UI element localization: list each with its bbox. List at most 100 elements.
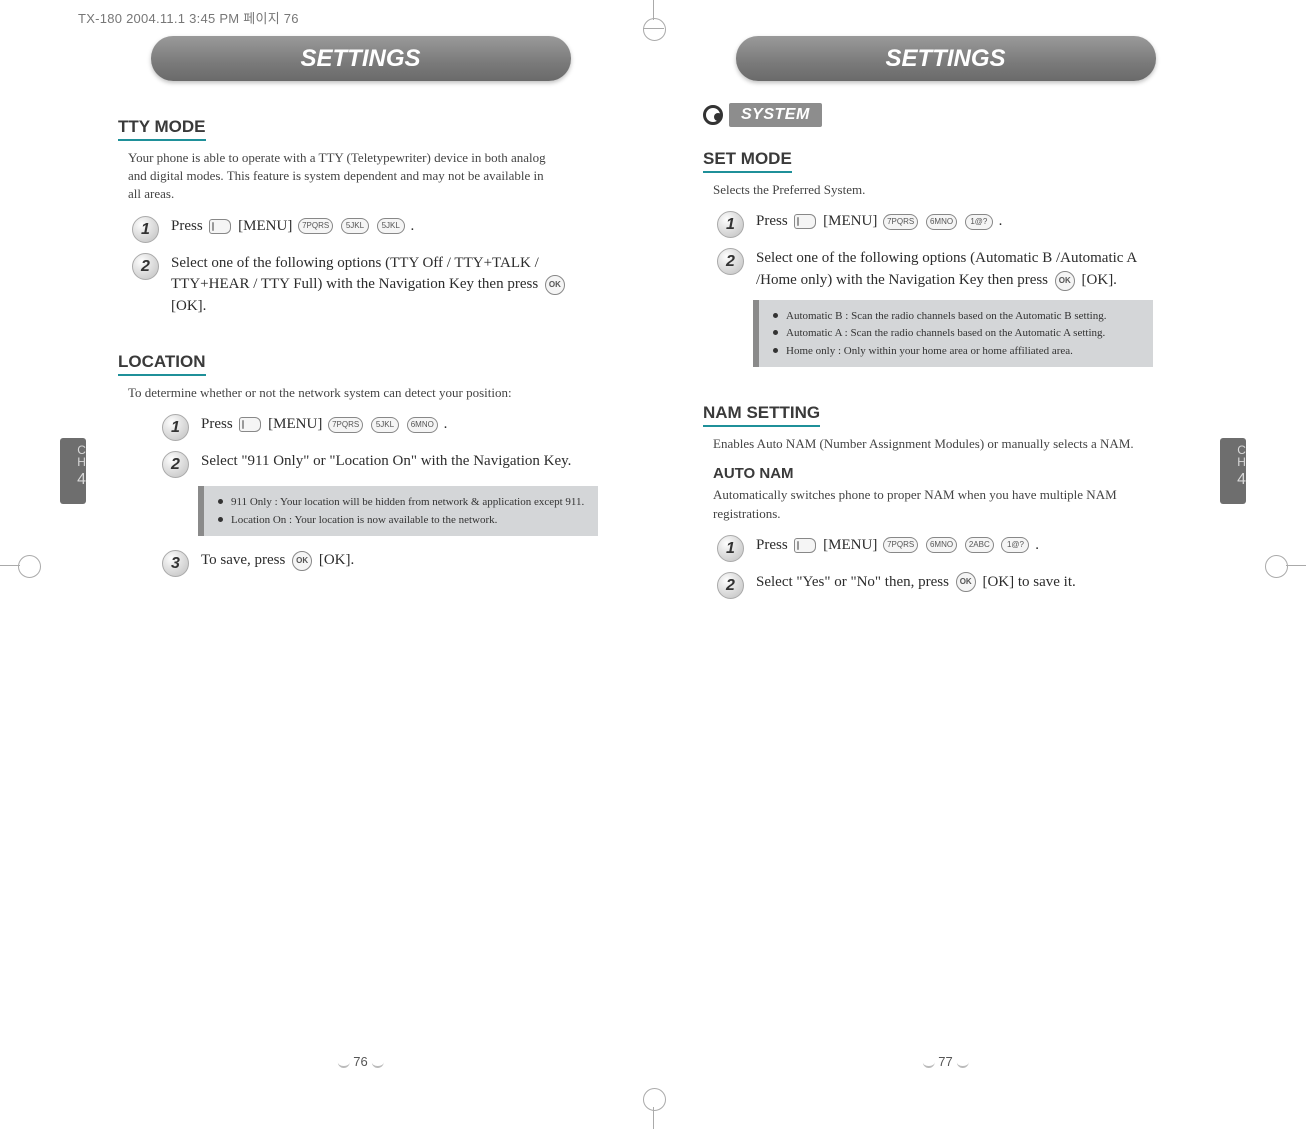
step-text-span: Select one of the following options (TTY…	[171, 255, 539, 293]
ok-label: [OK].	[319, 552, 354, 568]
ok-label: [OK].	[1082, 272, 1117, 288]
menu-label: [MENU]	[238, 218, 292, 234]
ok-key-icon: OK	[545, 275, 565, 295]
auto-nam-desc: Automatically switches phone to proper N…	[713, 486, 1143, 522]
setmode-step-1-text: Press [MENU] 7PQRS 6MNO 1@? .	[756, 211, 1157, 233]
key-2: 2ABC	[965, 537, 994, 553]
autonam-step-2: 2 Select "Yes" or "No" then, press OK [O…	[717, 572, 1157, 599]
setmode-step-2-text: Select one of the following options (Aut…	[756, 248, 1157, 292]
press-label: Press	[171, 218, 203, 234]
bullet-icon	[773, 313, 778, 318]
setmode-step-1: 1 Press [MENU] 7PQRS 6MNO 1@? .	[717, 211, 1157, 238]
step-badge-2: 2	[717, 572, 744, 599]
step-badge-2: 2	[132, 253, 159, 280]
ok-label: [OK].	[171, 298, 206, 314]
location-desc: To determine whether or not the network …	[128, 384, 558, 402]
tty-step-2-text: Select one of the following options (TTY…	[171, 253, 572, 318]
bullet-icon	[773, 348, 778, 353]
crop-mark-top	[653, 0, 654, 20]
soft-key-icon	[794, 538, 816, 553]
press-label: Press	[756, 213, 788, 229]
set-mode-heading: SET MODE	[703, 149, 792, 173]
step-badge-1: 1	[717, 211, 744, 238]
key-6: 6MNO	[926, 214, 957, 230]
tty-mode-heading: TTY MODE	[118, 117, 206, 141]
ok-key-icon: OK	[956, 572, 976, 592]
info-text: Location On : Your location is now avail…	[231, 512, 588, 529]
step-badge-2b: 2	[162, 451, 189, 478]
file-meta-header: TX-180 2004.11.1 3:45 PM 페이지 76	[78, 8, 299, 27]
page-title-pill: SETTINGS	[151, 36, 571, 81]
nam-setting-desc: Enables Auto NAM (Number Assignment Modu…	[713, 435, 1143, 453]
tty-mode-desc: Your phone is able to operate with a TTY…	[128, 149, 558, 204]
location-step-1: 1 Press [MENU] 7PQRS 5JKL 6MNO .	[162, 414, 602, 441]
ok-key-icon: OK	[1055, 271, 1075, 291]
soft-key-icon	[794, 214, 816, 229]
key-7: 7PQRS	[298, 218, 333, 234]
location-info-box: 911 Only : Your location will be hidden …	[198, 486, 598, 536]
ok-label: [OK] to save it.	[982, 574, 1075, 590]
info-text: Home only : Only within your home area o…	[786, 343, 1143, 360]
key-7: 7PQRS	[883, 537, 918, 553]
setmode-step-2: 2 Select one of the following options (A…	[717, 248, 1157, 292]
nam-setting-heading: NAM SETTING	[703, 403, 820, 427]
chapter-tab-num: 4	[77, 472, 86, 488]
key-5b: 5JKL	[377, 218, 405, 234]
info-text: Automatic B : Scan the radio channels ba…	[786, 308, 1143, 325]
autonam-step-1-text: Press [MENU] 7PQRS 6MNO 2ABC 1@? .	[756, 535, 1157, 557]
location-step-2-text: Select "911 Only" or "Location On" with …	[201, 451, 602, 473]
bullet-icon	[773, 330, 778, 335]
auto-nam-heading: AUTO NAM	[713, 465, 1198, 482]
press-label: Press	[756, 537, 788, 553]
key-5: 5JKL	[341, 218, 369, 234]
page-spread: C H 4 SETTINGS TTY MODE Your phone is ab…	[68, 26, 1238, 1075]
step-badge-3: 3	[162, 550, 189, 577]
menu-label: [MENU]	[823, 213, 877, 229]
crop-mark-right	[1286, 565, 1306, 566]
info-row: Automatic B : Scan the radio channels ba…	[773, 308, 1143, 325]
key-7: 7PQRS	[883, 214, 918, 230]
step-text-span: Select "Yes" or "No" then, press	[756, 574, 949, 590]
menu-label: [MENU]	[268, 416, 322, 432]
step-badge-1: 1	[717, 535, 744, 562]
chapter-tab-ch2: H	[1237, 456, 1246, 468]
chapter-tab-left: C H 4	[60, 438, 86, 504]
location-heading: LOCATION	[118, 352, 206, 376]
period: .	[410, 218, 414, 234]
step-badge-1b: 1	[162, 414, 189, 441]
period: .	[999, 213, 1003, 229]
soft-key-icon	[209, 219, 231, 234]
chapter-tab-ch2: H	[77, 456, 86, 468]
key-5: 5JKL	[371, 417, 399, 433]
location-step-1-text: Press [MENU] 7PQRS 5JKL 6MNO .	[201, 414, 602, 436]
period: .	[444, 416, 448, 432]
tty-step-2: 2 Select one of the following options (T…	[132, 253, 572, 318]
press-label: Press	[201, 416, 233, 432]
section-bullet-icon	[703, 105, 723, 125]
info-text: Automatic A : Scan the radio channels ba…	[786, 325, 1143, 342]
key-6: 6MNO	[926, 537, 957, 553]
tty-step-1-text: Press [MENU] 7PQRS 5JKL 5JKL .	[171, 216, 572, 238]
key-7: 7PQRS	[328, 417, 363, 433]
setmode-info-box: Automatic B : Scan the radio channels ba…	[753, 300, 1153, 368]
step-badge-2: 2	[717, 248, 744, 275]
period: .	[1035, 537, 1039, 553]
info-row: Location On : Your location is now avail…	[218, 512, 588, 529]
key-1: 1@?	[1001, 537, 1029, 553]
chapter-tab-num: 4	[1237, 472, 1246, 488]
autonam-step-2-text: Select "Yes" or "No" then, press OK [OK]…	[756, 572, 1157, 594]
page-76: C H 4 SETTINGS TTY MODE Your phone is ab…	[68, 26, 653, 1075]
page-77: C H 4 SETTINGS SYSTEM SET MODE Selects t…	[653, 26, 1238, 1075]
tty-step-1: 1 Press [MENU] 7PQRS 5JKL 5JKL .	[132, 216, 572, 243]
crop-mark-bottom	[653, 1107, 654, 1129]
ok-key-icon: OK	[292, 551, 312, 571]
info-row: Home only : Only within your home area o…	[773, 343, 1143, 360]
system-section-label: SYSTEM	[703, 103, 1198, 127]
step-text-span: Select one of the following options (Aut…	[756, 250, 1136, 288]
info-row: Automatic A : Scan the radio channels ba…	[773, 325, 1143, 342]
set-mode-desc: Selects the Preferred System.	[713, 181, 1143, 199]
key-1: 1@?	[965, 214, 993, 230]
step-text-span: To save, press	[201, 552, 285, 568]
info-text: 911 Only : Your location will be hidden …	[231, 494, 588, 511]
key-6: 6MNO	[407, 417, 438, 433]
